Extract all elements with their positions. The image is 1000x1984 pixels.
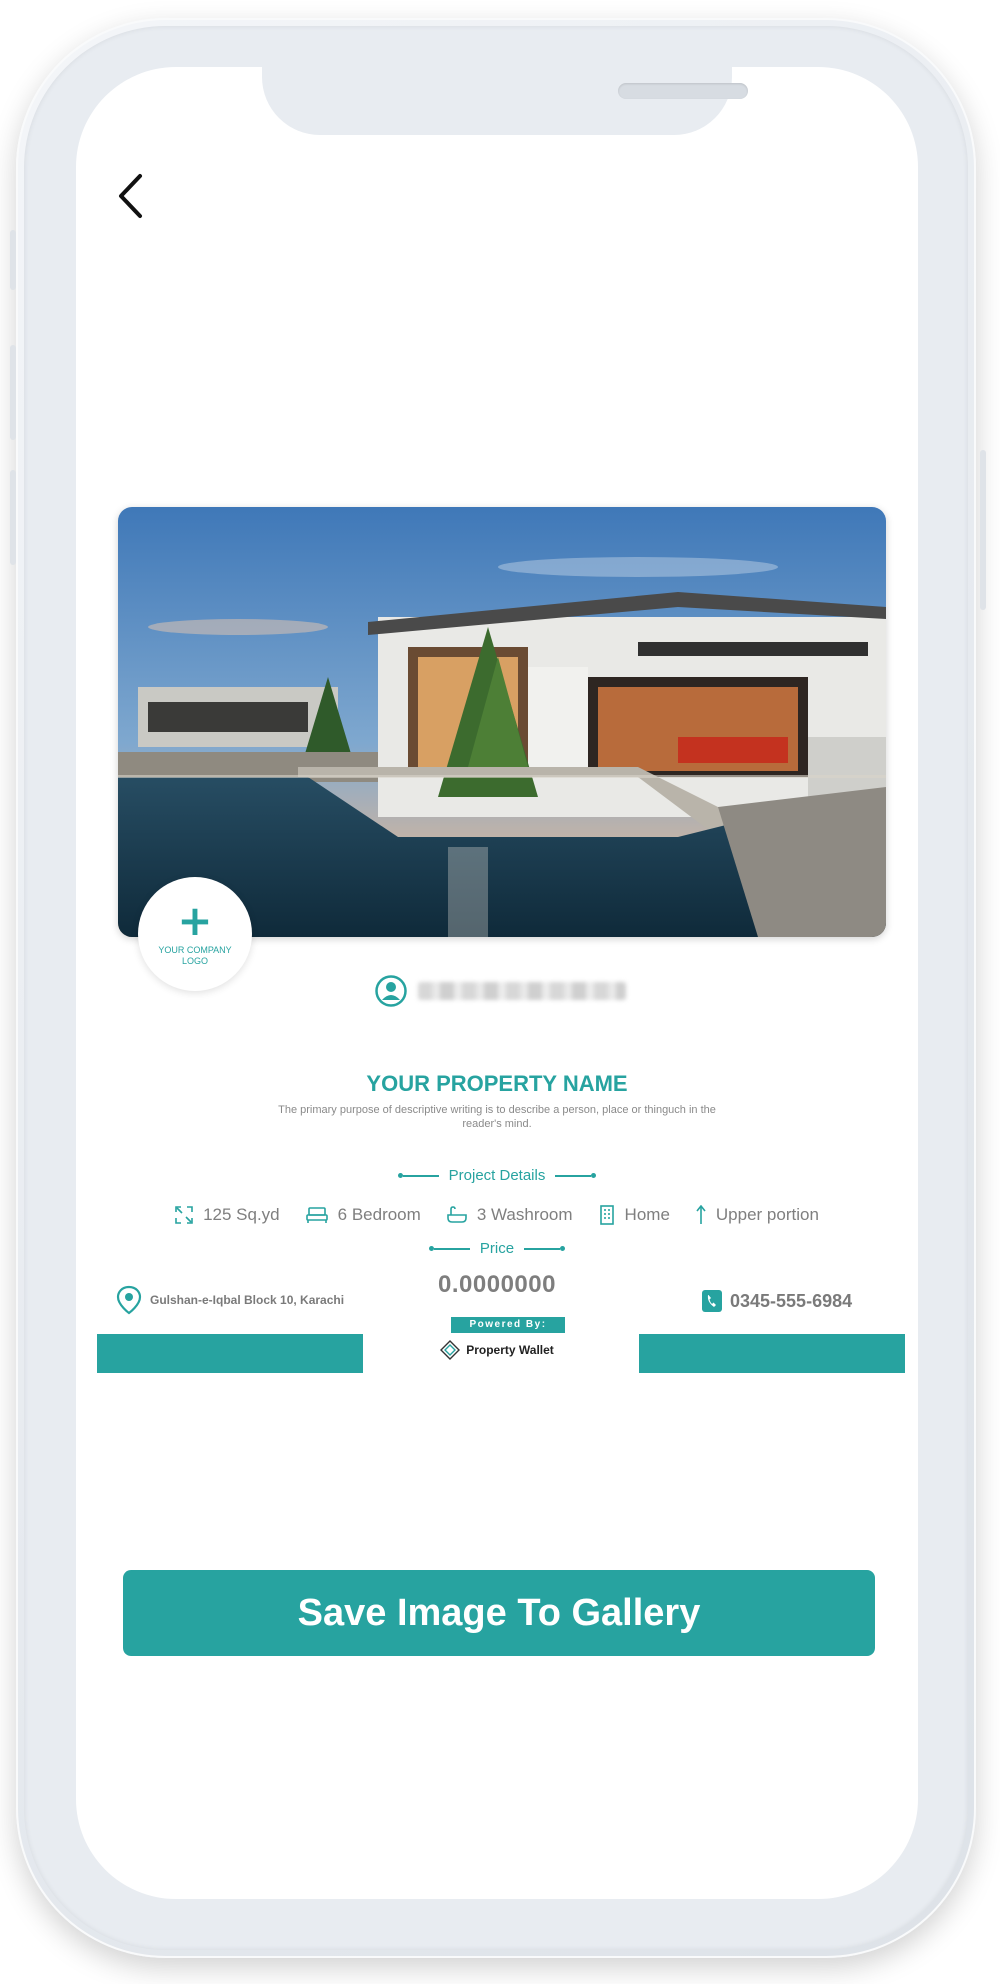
property-description: The primary purpose of descriptive writi…	[278, 1104, 716, 1130]
arrow-up-icon	[696, 1205, 706, 1224]
agent-row	[374, 973, 626, 1009]
user-circle-icon	[375, 975, 407, 1007]
price-label: Price	[479, 1240, 515, 1257]
property-card: + YOUR COMPANY LOGO YOUR PROPERTY NAME T…	[76, 507, 918, 1387]
detail-portion-label: Upper portion	[715, 1205, 819, 1224]
company-logo-upload[interactable]: + YOUR COMPANY LOGO	[138, 877, 252, 991]
property-photo	[118, 507, 886, 937]
speaker-grille	[618, 83, 748, 99]
divider-left	[397, 1173, 439, 1178]
power-button	[980, 450, 986, 610]
detail-type-label: Home	[624, 1205, 670, 1224]
address-text: Gulshan-e-Iqbal Block 10, Karachi	[150, 1293, 345, 1307]
detail-washroom: 3 Washroom	[447, 1205, 573, 1225]
details-row: 125 Sq.yd 6 Bedroom 3 Washroom Home Uppe…	[76, 1201, 918, 1229]
project-details-label: Project Details	[448, 1167, 546, 1184]
footer-bar-right	[639, 1334, 905, 1373]
building-icon	[599, 1205, 614, 1225]
logo-placeholder-text: YOUR COMPANY LOGO	[158, 945, 232, 966]
save-to-gallery-button[interactable]: Save Image To Gallery	[123, 1570, 875, 1656]
bed-icon	[305, 1207, 328, 1223]
chevron-left-icon	[119, 174, 142, 218]
detail-washroom-label: 3 Washroom	[476, 1205, 573, 1224]
phone-row: 0345-555-6984	[702, 1287, 852, 1315]
detail-area: 125 Sq.yd	[175, 1205, 280, 1225]
area-icon	[175, 1206, 193, 1224]
volume-down-button	[10, 345, 16, 440]
phone-icon	[702, 1290, 722, 1312]
property-wallet-logo-icon	[440, 1340, 461, 1360]
detail-area-label: 125 Sq.yd	[203, 1205, 280, 1224]
plus-icon: +	[177, 896, 213, 945]
divider-left	[428, 1246, 470, 1251]
agent-name-blurred	[418, 982, 626, 1000]
location-pin-icon	[116, 1285, 142, 1315]
property-name: YOUR PROPERTY NAME	[366, 1071, 628, 1096]
detail-type: Home	[599, 1205, 670, 1225]
divider-right	[555, 1173, 597, 1178]
volume-up-button	[10, 230, 16, 290]
detail-bedroom-label: 6 Bedroom	[337, 1205, 421, 1224]
brand-name: Property Wallet	[466, 1343, 554, 1357]
phone-number: 0345-555-6984	[730, 1290, 853, 1311]
project-details-header: Project Details	[76, 1167, 918, 1184]
notch	[262, 67, 748, 135]
address-row: Gulshan-e-Iqbal Block 10, Karachi	[116, 1285, 344, 1315]
detail-bedroom: 6 Bedroom	[305, 1205, 421, 1225]
price-header: Price	[76, 1240, 918, 1257]
bathtub-icon	[447, 1206, 467, 1223]
powered-by-badge: Powered By:	[451, 1317, 565, 1333]
back-button[interactable]	[110, 171, 150, 221]
mute-switch	[10, 470, 16, 565]
divider-right	[524, 1246, 566, 1251]
footer-bar-left	[97, 1334, 363, 1373]
detail-portion: Upper portion	[696, 1205, 819, 1225]
phone-screen: + YOUR COMPANY LOGO YOUR PROPERTY NAME T…	[76, 67, 918, 1899]
